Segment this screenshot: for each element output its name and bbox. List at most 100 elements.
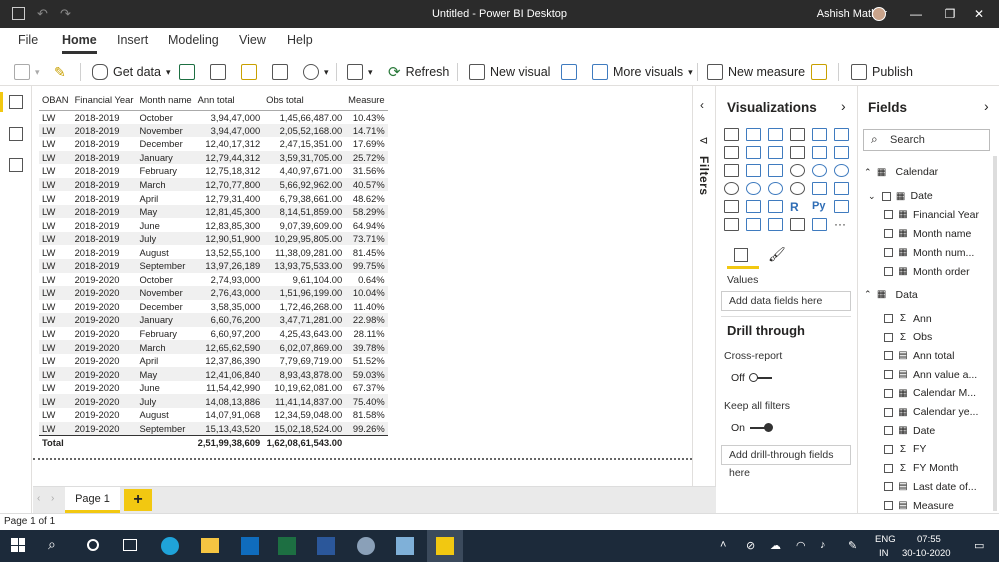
next-page-icon[interactable]: › (51, 493, 54, 504)
page-tab[interactable]: Page 1 (65, 487, 120, 513)
table-row[interactable]: LW 2018-2019 November 3,94,47,000 2,05,52,16… (39, 123, 388, 138)
scrollbar[interactable] (993, 156, 997, 511)
field-item[interactable]: ▦ Month num... (884, 247, 974, 259)
slicer-icon[interactable] (746, 200, 768, 218)
format-paint-icon[interactable]: 🖌 (768, 246, 786, 263)
col-header-month-name[interactable]: Month name (136, 90, 195, 111)
field-item[interactable]: Σ Ann (884, 313, 932, 325)
key-influencers-icon[interactable] (834, 200, 856, 218)
table-row[interactable]: LW 2018-2019 June 12,83,85,300 9,07,39,609.0… (39, 218, 388, 232)
pie-icon[interactable] (790, 164, 812, 182)
table-row[interactable]: LW 2019-2020 December 3,58,35,000 1,72,46,26… (39, 300, 388, 314)
more-visuals-button[interactable]: More visuals ▾ (592, 62, 693, 82)
paste-button[interactable]: ▾ (14, 62, 40, 82)
table-visual-icon[interactable] (768, 200, 790, 218)
menu-help[interactable]: Help (287, 33, 313, 51)
field-item[interactable]: ▦ Calendar ye... (884, 406, 978, 418)
transform-data-button[interactable]: ▾ (347, 62, 373, 82)
field-item[interactable]: ▤ Last date of... (884, 481, 977, 493)
add-page-button[interactable]: + (124, 489, 152, 511)
col-header-ann-total[interactable]: Ann total (194, 90, 264, 111)
field-checkbox[interactable] (884, 210, 893, 220)
table-row[interactable]: LW 2019-2020 February 6,60,97,200 4,25,43,64… (39, 327, 388, 341)
new-measure-button[interactable]: New measure (707, 62, 805, 82)
field-item[interactable]: ▦ Month name (884, 228, 971, 240)
qa-icon[interactable] (746, 218, 768, 236)
field-checkbox[interactable] (884, 388, 893, 398)
r-visual-icon[interactable]: R (790, 200, 812, 218)
field-item[interactable]: ⌄ ▦ Date (868, 190, 933, 202)
menu-insert[interactable]: Insert (117, 33, 148, 51)
field-table-data[interactable]: ⌃ ▦ Data (864, 289, 918, 301)
shape-map-icon[interactable] (768, 182, 790, 200)
wifi-icon[interactable]: ◠ (796, 539, 806, 552)
donut-icon[interactable] (812, 164, 834, 182)
table-row[interactable]: LW 2018-2019 January 12,79,44,312 3,59,31,70… (39, 150, 388, 165)
excel-taskbar-icon[interactable] (278, 537, 296, 555)
chevron-left-icon[interactable]: ‹ (700, 98, 704, 112)
scatter-icon[interactable] (768, 164, 790, 182)
field-checkbox[interactable] (884, 229, 893, 239)
map-icon[interactable] (724, 182, 746, 200)
fields-well-icon[interactable] (734, 248, 748, 262)
power-apps-icon[interactable] (812, 218, 834, 236)
line-chart-icon[interactable] (724, 146, 746, 164)
model-view-icon[interactable] (9, 158, 23, 172)
menu-modeling[interactable]: Modeling (168, 33, 219, 51)
pen-icon[interactable]: ✎ (848, 539, 857, 552)
table-row[interactable]: LW 2018-2019 August 13,52,55,100 11,38,09,28… (39, 245, 388, 259)
text-box-button[interactable] (561, 62, 577, 82)
table-row[interactable]: LW 2019-2020 March 12,65,62,590 6,02,07,869.… (39, 340, 388, 354)
field-item[interactable]: ▦ Calendar M... (884, 387, 976, 399)
table-row[interactable]: LW 2019-2020 June 11,54,42,990 10,19,62,081.… (39, 381, 388, 395)
field-table-calendar[interactable]: ⌃ ▦ Calendar (864, 166, 938, 178)
field-item[interactable]: ▤ Ann total (884, 350, 954, 362)
table-row[interactable]: LW 2019-2020 November 2,76,43,000 1,51,96,19… (39, 286, 388, 300)
table-row[interactable]: LW 2018-2019 December 12,40,17,312 2,47,15,3… (39, 137, 388, 151)
table-row[interactable]: LW 2019-2020 January 6,60,76,200 3,47,71,281… (39, 313, 388, 327)
table-row[interactable]: LW 2019-2020 August 14,07,91,068 12,34,59,04… (39, 408, 388, 422)
menu-home[interactable]: Home (62, 33, 97, 54)
recent-sources-button[interactable]: ▾ (303, 62, 329, 82)
prev-page-icon[interactable]: ‹ (37, 493, 40, 504)
100-column-icon[interactable] (834, 128, 856, 146)
field-checkbox[interactable] (884, 501, 893, 510)
line-column-icon[interactable] (790, 146, 812, 164)
table-row[interactable]: LW 2019-2020 September 15,13,43,520 15,02,18… (39, 421, 388, 436)
clustered-bar-icon[interactable] (768, 128, 790, 146)
data-table[interactable]: OBAN Financial Year Month name Ann total… (39, 90, 388, 450)
table-row[interactable]: LW 2018-2019 July 12,90,51,900 10,29,95,805.… (39, 231, 388, 246)
decomposition-tree-icon[interactable] (724, 218, 746, 236)
avatar[interactable] (872, 7, 886, 21)
table-row[interactable]: LW 2018-2019 May 12,81,45,300 8,14,51,859.00… (39, 204, 388, 219)
field-checkbox[interactable] (884, 426, 893, 436)
task-view-icon[interactable] (123, 539, 137, 551)
stacked-bar-icon[interactable] (724, 128, 746, 146)
report-view-icon[interactable] (9, 95, 23, 109)
chevron-up-icon[interactable]: ˄ (720, 539, 726, 551)
field-checkbox[interactable] (884, 444, 893, 454)
filters-pane[interactable]: ‹ ⊲ Filters (692, 86, 716, 486)
region-code[interactable]: IN (879, 548, 889, 559)
field-item[interactable]: Σ FY Month (884, 462, 958, 474)
table-row[interactable]: LW 2019-2020 May 12,41,06,840 8,93,43,878.00… (39, 367, 388, 381)
get-data-button[interactable]: Get data ▾ (92, 62, 170, 82)
app-icon[interactable] (357, 537, 375, 555)
field-checkbox[interactable] (884, 332, 893, 342)
stacked-column-icon[interactable] (746, 128, 768, 146)
excel-button[interactable] (179, 62, 195, 82)
area-chart-icon[interactable] (746, 146, 768, 164)
smart-narrative-icon[interactable] (768, 218, 790, 236)
word-taskbar-icon[interactable] (317, 537, 335, 555)
search-icon[interactable]: ⌕ (48, 536, 66, 554)
field-item[interactable]: ▤ Measure (884, 500, 954, 512)
values-well[interactable]: Add data fields here (721, 291, 851, 311)
quick-measure-button[interactable] (811, 62, 827, 82)
notifications-icon[interactable]: ▭ (974, 539, 984, 552)
col-header-oban[interactable]: OBAN (39, 90, 72, 111)
field-checkbox[interactable] (884, 351, 893, 361)
refresh-button[interactable]: ⟳ Refresh (388, 62, 449, 82)
sql-button[interactable] (241, 62, 257, 82)
windows-start-icon[interactable] (11, 538, 25, 552)
funnel-icon[interactable] (746, 164, 768, 182)
